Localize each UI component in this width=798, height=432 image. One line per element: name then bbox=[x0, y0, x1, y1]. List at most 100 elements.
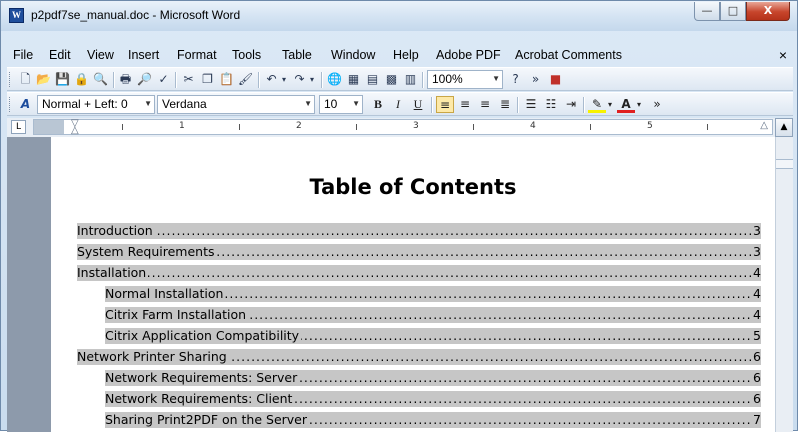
menu-insert[interactable]: Insert bbox=[128, 48, 159, 62]
menu-table[interactable]: Table bbox=[282, 48, 312, 62]
more-buttons-icon[interactable]: » bbox=[527, 71, 544, 88]
insert-excel-icon[interactable]: ▩ bbox=[383, 71, 400, 88]
maximize-button[interactable]: □ bbox=[720, 2, 746, 21]
window-title: p2pdf7se_manual.doc - Microsoft Word bbox=[31, 8, 241, 22]
bold-button[interactable]: B bbox=[369, 96, 387, 113]
print-preview-icon[interactable]: 🔎 bbox=[136, 71, 153, 88]
copy-icon[interactable]: ❐ bbox=[199, 71, 216, 88]
ruler-tick bbox=[590, 124, 591, 130]
toc-entry[interactable]: ........................................… bbox=[77, 244, 761, 260]
highlight-icon[interactable]: ✎ bbox=[588, 96, 606, 113]
justify-button[interactable]: ≣ bbox=[496, 96, 514, 113]
toc-entry[interactable]: ........................................… bbox=[105, 328, 761, 344]
font-size-dropdown[interactable]: 10 ▼ bbox=[319, 95, 363, 114]
standard-toolbar: 🗋 📂 💾 🔒 🔍 🖶 🔎 ✓ ✂ ❐ 📋 🖌 ↶ ▾ ↷ ▾ 🌐 ▦ ▤ ▩ … bbox=[7, 67, 793, 91]
menu-tools[interactable]: Tools bbox=[232, 48, 261, 62]
split-box[interactable] bbox=[776, 159, 793, 169]
align-right-button[interactable]: ≡ bbox=[476, 96, 494, 113]
undo-dropdown-icon[interactable]: ▾ bbox=[279, 71, 289, 88]
font-dropdown[interactable]: Verdana ▼ bbox=[157, 95, 315, 114]
insert-table-icon[interactable]: ▤ bbox=[364, 71, 381, 88]
toc-entry[interactable]: ........................................… bbox=[77, 349, 761, 365]
red-tool-icon[interactable]: ■ bbox=[547, 71, 564, 88]
tab-selector-icon[interactable]: L bbox=[11, 120, 26, 134]
menu-adobe-pdf[interactable]: Adobe PDF bbox=[436, 48, 501, 62]
toc-entry[interactable]: ........................................… bbox=[77, 265, 761, 281]
toc-page-number: 6 bbox=[752, 391, 761, 407]
highlight-dropdown-icon[interactable]: ▾ bbox=[605, 96, 615, 113]
right-indent-icon[interactable]: △ bbox=[760, 120, 768, 131]
ruler-tick bbox=[473, 124, 474, 130]
research-icon[interactable]: 🔍 bbox=[92, 71, 109, 88]
hyperlink-icon[interactable]: 🌐 bbox=[326, 71, 343, 88]
bullets-button[interactable]: ☷ bbox=[542, 96, 560, 113]
menu-file[interactable]: File bbox=[13, 48, 33, 62]
menu-window[interactable]: Window bbox=[331, 48, 375, 62]
close-document-icon[interactable]: × bbox=[779, 47, 787, 63]
undo-icon[interactable]: ↶ bbox=[263, 71, 280, 88]
open-icon[interactable]: 📂 bbox=[35, 71, 52, 88]
toc-entry[interactable]: ........................................… bbox=[105, 391, 761, 407]
font-color-dropdown-icon[interactable]: ▾ bbox=[634, 96, 644, 113]
numbering-button[interactable]: ☰ bbox=[522, 96, 540, 113]
toolbar-separator bbox=[258, 72, 259, 88]
more-buttons-icon[interactable]: » bbox=[648, 96, 666, 113]
style-value: Normal + Left: 0 bbox=[42, 97, 128, 111]
zoom-dropdown[interactable]: 100% ▼ bbox=[427, 70, 503, 89]
ruler-margin[interactable] bbox=[34, 120, 64, 134]
word-window: W p2pdf7se_manual.doc - Microsoft Word —… bbox=[0, 0, 798, 432]
chevron-down-icon: ▼ bbox=[304, 99, 312, 108]
align-left-button[interactable]: ≡ bbox=[436, 96, 454, 113]
permission-icon[interactable]: 🔒 bbox=[73, 71, 90, 88]
tables-borders-icon[interactable]: ▦ bbox=[345, 71, 362, 88]
format-painter-icon[interactable]: 🖌 bbox=[237, 71, 254, 88]
toolbar-grip[interactable] bbox=[9, 72, 13, 87]
toc-entry[interactable]: ........................................… bbox=[105, 370, 761, 386]
toc-page-number: 3 bbox=[752, 223, 761, 239]
document-page[interactable]: Table of Contents ......................… bbox=[51, 137, 775, 432]
paste-icon[interactable]: 📋 bbox=[218, 71, 235, 88]
toolbar-grip[interactable] bbox=[9, 97, 13, 112]
indent-marker-icon[interactable]: ▽ △ bbox=[71, 119, 79, 136]
vertical-scrollbar[interactable] bbox=[775, 137, 793, 432]
font-color-icon[interactable]: A bbox=[617, 96, 635, 113]
save-icon[interactable]: 💾 bbox=[54, 71, 71, 88]
menu-format[interactable]: Format bbox=[177, 48, 217, 62]
close-button[interactable]: X bbox=[746, 2, 790, 21]
menu-acrobat-comments[interactable]: Acrobat Comments bbox=[515, 48, 622, 62]
menu-view[interactable]: View bbox=[87, 48, 114, 62]
columns-icon[interactable]: ▥ bbox=[402, 71, 419, 88]
toc-entry[interactable]: ........................................… bbox=[105, 286, 761, 302]
align-center-button[interactable]: ≡ bbox=[456, 96, 474, 113]
word-app-icon[interactable]: W bbox=[9, 8, 24, 23]
styles-formatting-icon[interactable]: A bbox=[17, 96, 34, 113]
underline-button[interactable]: U bbox=[409, 96, 427, 113]
style-dropdown[interactable]: Normal + Left: 0 ▼ bbox=[37, 95, 155, 114]
ruler-tick bbox=[122, 124, 123, 130]
redo-icon[interactable]: ↷ bbox=[291, 71, 308, 88]
toc-page-number: 7 bbox=[752, 412, 761, 428]
toolbar-separator bbox=[175, 72, 176, 88]
minimize-button[interactable]: — bbox=[694, 2, 720, 21]
cut-icon[interactable]: ✂ bbox=[180, 71, 197, 88]
new-icon[interactable]: 🗋 bbox=[17, 71, 34, 88]
italic-button[interactable]: I bbox=[389, 96, 407, 113]
menu-help[interactable]: Help bbox=[393, 48, 419, 62]
spelling-icon[interactable]: ✓ bbox=[155, 71, 172, 88]
scroll-up-button[interactable]: ▲ bbox=[775, 118, 793, 137]
redo-dropdown-icon[interactable]: ▾ bbox=[307, 71, 317, 88]
help-icon[interactable]: ? bbox=[507, 71, 524, 88]
horizontal-ruler[interactable]: ▽ △ 1 2 3 4 5 △ bbox=[33, 119, 773, 136]
toc-entry[interactable]: ........................................… bbox=[77, 223, 761, 239]
increase-indent-button[interactable]: ⇥ bbox=[562, 96, 580, 113]
toolbar-separator bbox=[113, 72, 114, 88]
toc-entry[interactable]: ........................................… bbox=[105, 412, 761, 428]
toolbar-separator bbox=[321, 72, 322, 88]
menu-edit[interactable]: Edit bbox=[49, 48, 71, 62]
formatting-toolbar: A Normal + Left: 0 ▼ Verdana ▼ 10 ▼ B I … bbox=[7, 92, 793, 116]
print-icon[interactable]: 🖶 bbox=[117, 71, 134, 88]
toc-entry[interactable]: ........................................… bbox=[105, 307, 761, 323]
toolbar-separator bbox=[431, 97, 432, 113]
toc-page-number: 4 bbox=[752, 265, 761, 281]
title-bar[interactable]: W p2pdf7se_manual.doc - Microsoft Word —… bbox=[1, 1, 797, 31]
